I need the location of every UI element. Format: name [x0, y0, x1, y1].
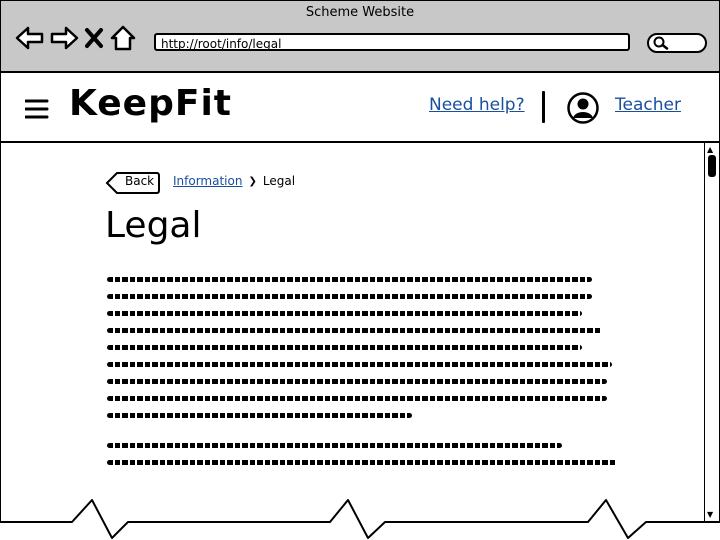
placeholder-text-line [107, 311, 582, 316]
back-button-label: Back [125, 174, 155, 188]
chevron-right-icon: ❯ [248, 175, 257, 187]
placeholder-paragraph [107, 433, 617, 477]
user-link[interactable]: Teacher [615, 95, 681, 115]
search-icon [653, 36, 669, 50]
window-title: Scheme Website [305, 5, 415, 20]
torn-edge [0, 499, 720, 540]
vertical-scrollbar[interactable]: ▲ ▼ [704, 143, 719, 521]
home-icon[interactable] [109, 25, 137, 51]
placeholder-text-line [107, 294, 592, 299]
breadcrumb-current: Legal [262, 174, 296, 188]
browser-toolbar: Scheme Website http://root/info/legal [1, 1, 719, 73]
scroll-up-icon[interactable]: ▲ [707, 145, 713, 154]
browser-search-input[interactable] [647, 33, 707, 53]
user-avatar-icon[interactable] [567, 92, 599, 128]
placeholder-text-line [107, 379, 607, 384]
placeholder-text-line [107, 443, 562, 448]
placeholder-text-line [107, 328, 602, 333]
header-divider [542, 91, 545, 123]
stop-icon[interactable] [83, 25, 105, 51]
back-arrow-icon[interactable] [15, 25, 45, 51]
url-input[interactable]: http://root/info/legal [154, 33, 630, 51]
placeholder-text-line [107, 460, 617, 465]
placeholder-paragraph [107, 267, 617, 430]
scroll-thumb[interactable] [708, 155, 716, 177]
help-link[interactable]: Need help? [429, 95, 525, 115]
placeholder-text-line [107, 345, 582, 350]
forward-arrow-icon[interactable] [49, 25, 79, 51]
main-content: Back Information ❯ Legal Legal [1, 143, 703, 539]
placeholder-text-line [107, 413, 412, 418]
site-logo[interactable]: KeepFit [69, 83, 232, 124]
page-title: Legal [105, 205, 202, 246]
breadcrumb: Information ❯ Legal [173, 174, 295, 188]
placeholder-text-line [107, 396, 607, 401]
placeholder-text-line [107, 277, 592, 282]
site-header: KeepFit Need help? Teacher [1, 73, 719, 143]
placeholder-text-line [107, 362, 612, 367]
menu-icon[interactable] [24, 99, 49, 123]
breadcrumb-information[interactable]: Information [173, 174, 242, 188]
browser-nav [15, 23, 137, 53]
